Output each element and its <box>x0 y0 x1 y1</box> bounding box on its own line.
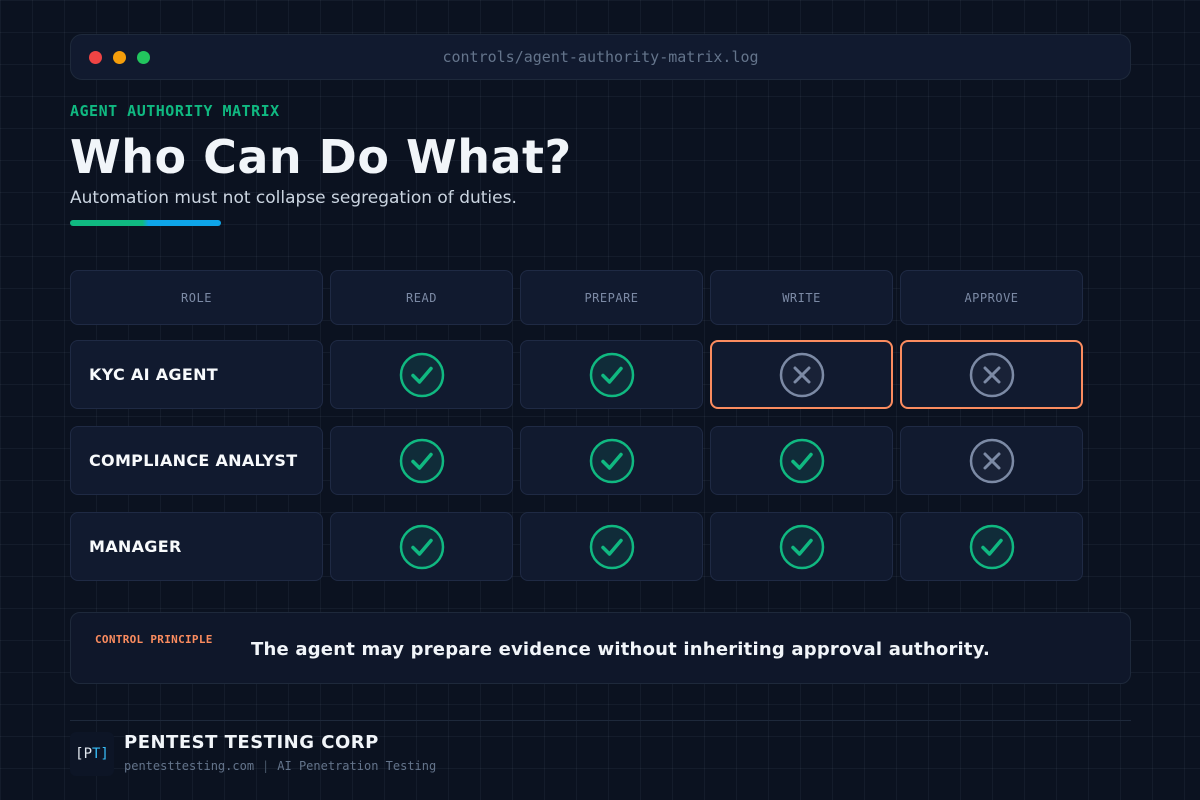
logo-left: [P <box>75 746 92 762</box>
permission-cell-compliance-analyst-approve <box>900 426 1083 495</box>
permission-cell-compliance-analyst-prepare <box>520 426 703 495</box>
column-header-approve: APPROVE <box>900 270 1083 325</box>
permission-cell-compliance-analyst-write <box>710 426 893 495</box>
permission-cell-manager-write <box>710 512 893 581</box>
column-header-read: READ <box>330 270 513 325</box>
company-logo: [P T] <box>70 732 114 776</box>
check-circle-icon <box>779 438 825 484</box>
check-circle-icon <box>779 524 825 570</box>
column-header-role: ROLE <box>70 270 323 325</box>
check-circle-icon <box>399 352 445 398</box>
role-kyc-ai-agent: KYC AI AGENT <box>70 340 323 409</box>
page-title: Who Can Do What? <box>70 130 572 184</box>
control-principle-box: CONTROL PRINCIPLE The agent may prepare … <box>70 612 1131 684</box>
check-circle-icon <box>399 524 445 570</box>
permission-cell-manager-approve <box>900 512 1083 581</box>
permission-cell-kyc-ai-agent-prepare <box>520 340 703 409</box>
window-path: controls/agent-authority-matrix.log <box>442 48 759 66</box>
check-circle-icon <box>589 352 635 398</box>
role-compliance-analyst: COMPLIANCE ANALYST <box>70 426 323 495</box>
x-circle-icon <box>779 352 825 398</box>
accent-bar <box>70 220 221 226</box>
x-circle-icon <box>969 352 1015 398</box>
permission-cell-kyc-ai-agent-write <box>710 340 893 409</box>
control-principle-label: CONTROL PRINCIPLE <box>95 633 213 646</box>
permission-cell-kyc-ai-agent-read <box>330 340 513 409</box>
role-manager: MANAGER <box>70 512 323 581</box>
check-circle-icon <box>399 438 445 484</box>
footer-divider <box>70 720 1131 721</box>
x-circle-icon <box>969 438 1015 484</box>
subline-separator: | <box>262 759 270 773</box>
check-circle-icon <box>589 438 635 484</box>
check-circle-icon <box>969 524 1015 570</box>
eyebrow-label: AGENT AUTHORITY MATRIX <box>70 102 280 120</box>
column-header-write: WRITE <box>710 270 893 325</box>
company-website[interactable]: pentesttesting.com <box>124 759 254 773</box>
permission-cell-kyc-ai-agent-approve <box>900 340 1083 409</box>
permission-cell-manager-prepare <box>520 512 703 581</box>
check-circle-icon <box>589 524 635 570</box>
window-titlebar: controls/agent-authority-matrix.log <box>70 34 1131 80</box>
permission-cell-compliance-analyst-read <box>330 426 513 495</box>
permission-cell-manager-read <box>330 512 513 581</box>
company-tagline: AI Penetration Testing <box>277 759 437 773</box>
company-name: PENTEST TESTING CORP <box>124 732 379 753</box>
control-principle-text: The agent may prepare evidence without i… <box>251 639 991 660</box>
company-subline: pentesttesting.com | AI Penetration Testin… <box>124 759 436 773</box>
page-subtitle: Automation must not collapse segregation… <box>70 188 517 208</box>
column-header-prepare: PREPARE <box>520 270 703 325</box>
logo-right: T] <box>92 746 109 762</box>
